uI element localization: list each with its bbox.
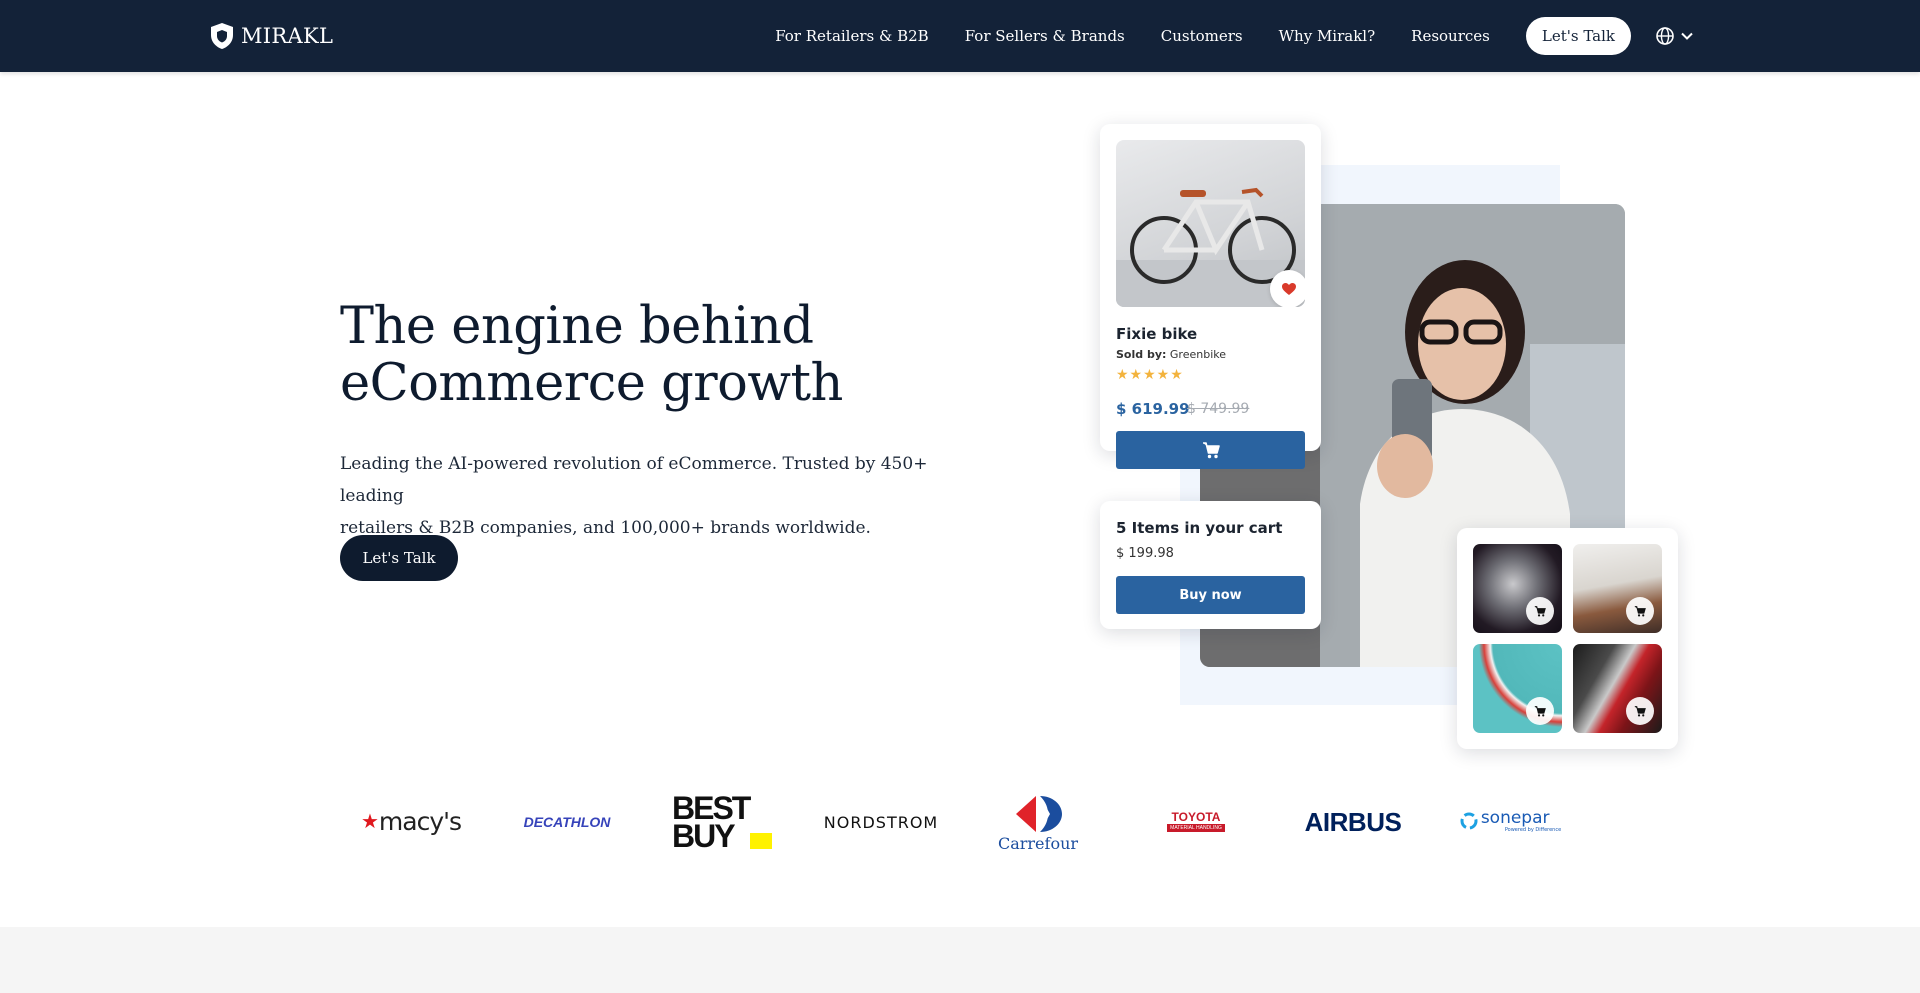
toyota-logo: TOYOTA MATERIAL HANDLING <box>1160 804 1232 838</box>
seller-name: Greenbike <box>1169 348 1227 361</box>
carrefour-wordmark: Carrefour <box>997 833 1079 853</box>
shopping-cart-icon <box>1534 705 1546 716</box>
decathlon-logo: DECATHLON <box>516 810 618 834</box>
toyota-subline: MATERIAL HANDLING <box>1167 824 1225 832</box>
sonepar-logo: sonepar Powered by Difference <box>1458 806 1562 836</box>
mirakl-logo[interactable]: MIRAKL <box>209 22 333 50</box>
sold-by: Sold by: Greenbike <box>1116 348 1226 361</box>
sonepar-tagline: Powered by Difference <box>1504 826 1562 833</box>
nav-resources[interactable]: Resources <box>1411 27 1490 45</box>
nav-customers[interactable]: Customers <box>1161 27 1243 45</box>
tile-cart-button[interactable] <box>1626 597 1654 625</box>
heart-icon <box>1282 283 1296 295</box>
language-selector[interactable] <box>1655 26 1693 46</box>
derailleur-tile[interactable] <box>1573 644 1662 733</box>
toyota-wordmark: TOYOTA <box>1171 810 1221 824</box>
tire-tile[interactable] <box>1473 644 1562 733</box>
shopping-cart-icon <box>1634 705 1646 716</box>
product-grid-card <box>1457 528 1678 749</box>
hero-subtitle: Leading the AI-powered revolution of eCo… <box>340 448 980 544</box>
airbus-logo: AIRBUS <box>1300 806 1406 837</box>
product-name[interactable]: Fixie bike <box>1116 325 1197 343</box>
customer-logos: ★ macy's DECATHLON BEST BUY NORDSTROM Ca… <box>0 780 1920 860</box>
brand-name: MIRAKL <box>241 24 334 48</box>
sold-by-label: Sold by: <box>1116 348 1167 361</box>
next-section-band <box>0 927 1920 993</box>
hero-title-line-1: The engine behind <box>340 297 814 356</box>
shield-icon <box>211 23 233 49</box>
buy-now-button[interactable]: Buy now <box>1116 576 1305 614</box>
star-icon: ★ <box>360 809 379 833</box>
decathlon-wordmark: DECATHLON <box>523 814 611 830</box>
product-price: $ 619.99 <box>1116 400 1190 418</box>
top-navigation: MIRAKL For Retailers & B2B For Sellers &… <box>0 0 1920 72</box>
macys-wordmark: macy's <box>378 806 462 836</box>
cart-summary-card: 5 Items in your cart $ 199.98 Buy now <box>1100 501 1321 629</box>
airbus-wordmark: AIRBUS <box>1304 806 1402 837</box>
fixie-bike-image <box>1116 140 1305 307</box>
product-old-price: $ 749.99 <box>1187 401 1250 417</box>
tile-cart-button[interactable] <box>1526 697 1554 725</box>
chevron-down-icon <box>1681 32 1693 40</box>
tile-cart-button[interactable] <box>1626 697 1654 725</box>
hero-title: The engine behind eCommerce growth <box>340 298 980 412</box>
macys-logo: ★ macy's <box>358 803 464 839</box>
cart-total: $ 199.98 <box>1116 546 1174 561</box>
favorite-button[interactable] <box>1270 270 1305 307</box>
shopping-cart-icon <box>1634 605 1646 616</box>
nav-why-mirakl[interactable]: Why Mirakl? <box>1279 27 1376 45</box>
nav-retailers-b2b[interactable]: For Retailers & B2B <box>775 27 929 45</box>
sonepar-emblem-icon <box>1460 812 1478 830</box>
nav-links: For Retailers & B2B For Sellers & Brands… <box>775 0 1920 72</box>
bestbuy-logo: BEST BUY <box>672 790 776 854</box>
bestbuy-tag <box>750 833 772 849</box>
nordstrom-wordmark: NORDSTROM <box>823 812 939 832</box>
carrefour-logo: Carrefour <box>994 790 1082 856</box>
nordstrom-logo: NORDSTROM <box>823 810 939 834</box>
hero-title-line-2: eCommerce growth <box>340 354 843 413</box>
cart-items-count: 5 Items in your cart <box>1116 519 1283 537</box>
bike-light-tile[interactable] <box>1573 544 1662 633</box>
globe-icon <box>1656 27 1674 45</box>
sonepar-text: sonepar Powered by Difference <box>1480 807 1562 833</box>
sonepar-wordmark: sonepar <box>1480 807 1550 828</box>
hero-lets-talk-button[interactable]: Let's Talk <box>340 535 458 581</box>
rating-stars: ★★★★★ <box>1116 367 1184 383</box>
add-to-cart-button[interactable] <box>1116 431 1305 469</box>
nav-lets-talk-button[interactable]: Let's Talk <box>1525 17 1631 55</box>
carrefour-emblem-icon <box>1016 795 1062 832</box>
product-card: Fixie bike Sold by: Greenbike ★★★★★ $ 61… <box>1100 124 1321 469</box>
shopping-cart-icon <box>1534 605 1546 616</box>
hero-subtitle-line-1: Leading the AI-powered revolution of eCo… <box>340 454 928 506</box>
nav-sellers-brands[interactable]: For Sellers & Brands <box>965 27 1125 45</box>
bestbuy-line-2: BUY <box>672 818 736 854</box>
shopping-cart-icon <box>1202 441 1220 458</box>
helmet-tile[interactable] <box>1473 544 1562 633</box>
tile-cart-button[interactable] <box>1526 597 1554 625</box>
